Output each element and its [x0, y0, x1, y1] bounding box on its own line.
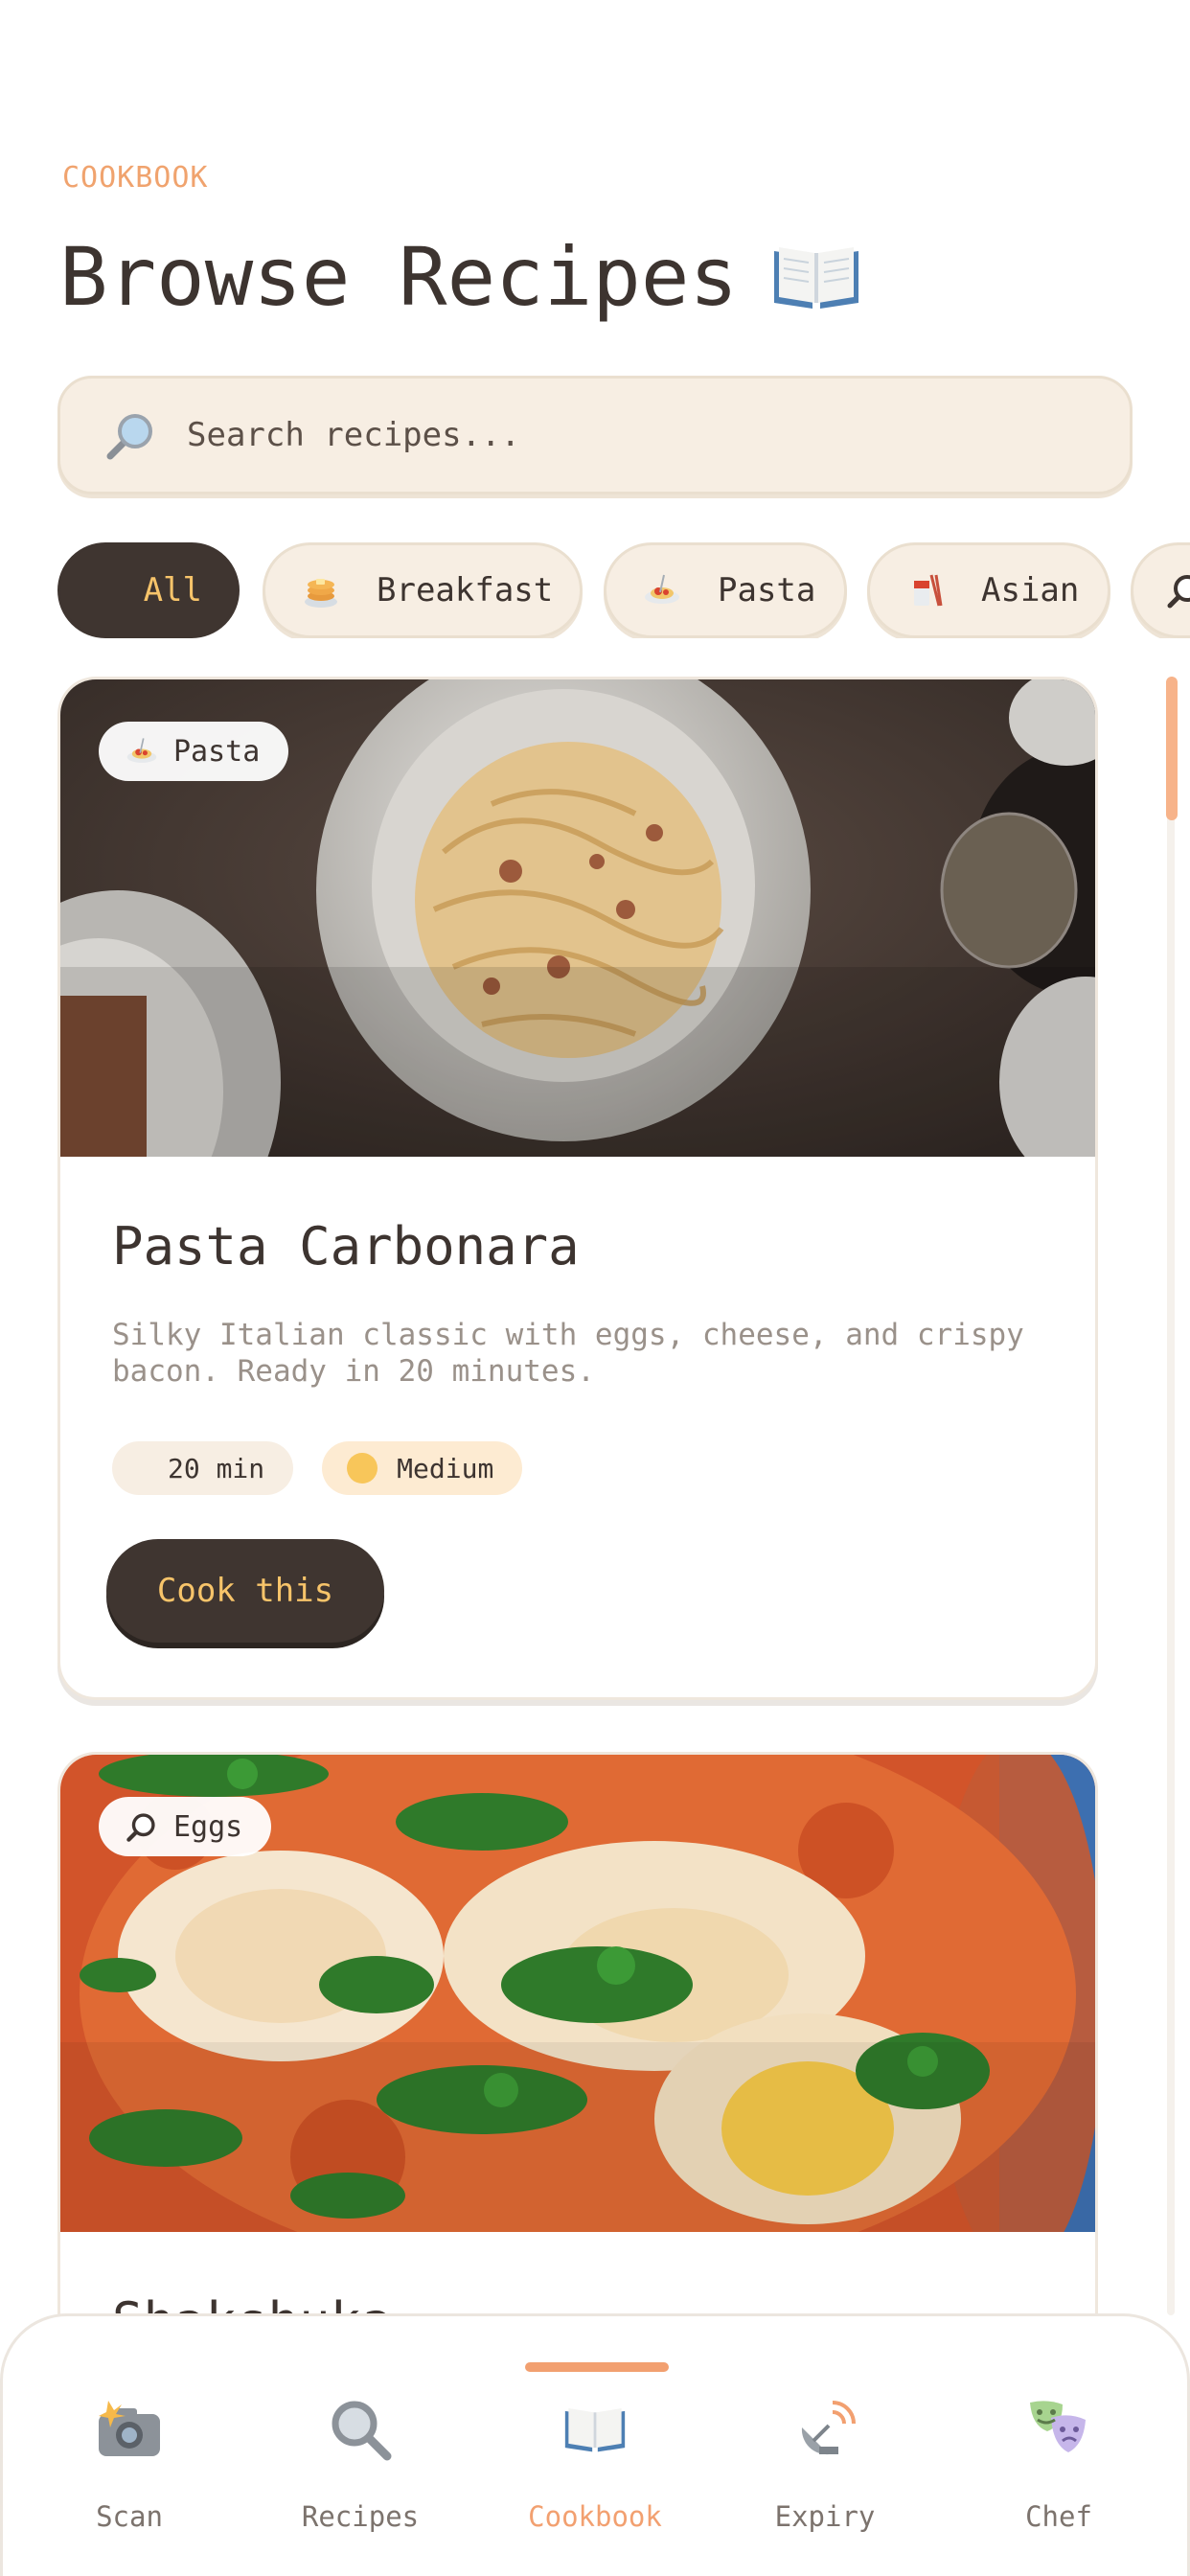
tab-recipes[interactable]: Recipes: [264, 2395, 456, 2533]
tab-label: Cookbook: [528, 2500, 662, 2533]
magnifier-icon: [326, 2395, 395, 2464]
scrollbar-thumb[interactable]: [1166, 677, 1178, 820]
magnifier-icon: [1164, 569, 1190, 611]
tab-label: Recipes: [301, 2500, 420, 2533]
filter-chip-label: Pasta: [718, 571, 816, 610]
difficulty-label: Medium: [397, 1452, 494, 1484]
page-title-text: Browse Recipes: [59, 230, 739, 324]
filter-chip-label: Breakfast: [377, 571, 554, 610]
cook-this-button[interactable]: Cook this: [106, 1539, 384, 1643]
magnifier-icon: [126, 1813, 155, 1842]
category-badge: Pasta: [99, 722, 289, 781]
open-book-icon: [561, 2395, 629, 2464]
spaghetti-icon: [126, 738, 157, 763]
recipe-photo: Eggs: [60, 1755, 1095, 2232]
category-badge-label: Eggs: [173, 1809, 243, 1844]
open-book-icon: [774, 247, 859, 309]
tab-cookbook[interactable]: Cookbook: [499, 2395, 691, 2533]
category-filter-bar: All Breakfast Pasta Asian: [57, 542, 1190, 638]
difficulty-badge: Medium: [322, 1441, 523, 1495]
filter-chip-label: Asian: [981, 571, 1080, 610]
theater-masks-icon: [1024, 2395, 1093, 2464]
tab-scan[interactable]: Scan: [34, 2395, 225, 2533]
time-badge: 20 min: [112, 1441, 294, 1495]
filter-chip-more[interactable]: [1131, 542, 1190, 638]
filter-chip-asian[interactable]: Asian: [867, 542, 1110, 638]
camera-flash-icon: [95, 2395, 164, 2464]
spaghetti-icon: [641, 569, 683, 611]
bottom-tab-bar: Scan Recipes Cookbook Expiry Chef: [0, 2313, 1190, 2576]
tab-label: Scan: [96, 2500, 163, 2533]
time-label: 20 min: [168, 1452, 265, 1484]
magnifier-icon: [106, 414, 152, 460]
recipe-description: Silky Italian classic with eggs, cheese,…: [112, 1318, 1024, 1389]
category-badge: Eggs: [99, 1797, 272, 1856]
filter-chip-label: All: [143, 571, 202, 610]
section-eyebrow: COOKBOOK: [62, 161, 209, 195]
page-title: Browse Recipes: [59, 230, 862, 324]
tab-chef[interactable]: Chef: [963, 2395, 1155, 2533]
filter-chip-all[interactable]: All: [57, 542, 240, 638]
recipe-title: Pasta Carbonara: [112, 1216, 580, 1276]
tab-expiry[interactable]: Expiry: [729, 2395, 921, 2533]
active-tab-indicator: [525, 2362, 669, 2372]
filter-chip-breakfast[interactable]: Breakfast: [263, 542, 583, 638]
category-badge-label: Pasta: [173, 734, 261, 769]
scrollbar-track[interactable]: [1167, 677, 1175, 2315]
search-bar[interactable]: Search recipes...: [57, 376, 1133, 494]
recipe-photo: Pasta: [60, 679, 1095, 1157]
filter-chip-pasta[interactable]: Pasta: [604, 542, 847, 638]
recipe-card[interactable]: Pasta Pasta Carbonara Silky Italian clas…: [57, 677, 1098, 1700]
satellite-dish-icon: [790, 2395, 859, 2464]
cookbook-screen: COOKBOOK Browse Recipes Search recipes..…: [0, 0, 1190, 2576]
tab-label: Expiry: [774, 2500, 876, 2533]
pancakes-icon: [300, 569, 342, 611]
asian-food-icon: [904, 569, 947, 611]
search-input[interactable]: Search recipes...: [187, 416, 520, 454]
difficulty-dot-icon: [347, 1453, 378, 1484]
tab-label: Chef: [1025, 2500, 1092, 2533]
